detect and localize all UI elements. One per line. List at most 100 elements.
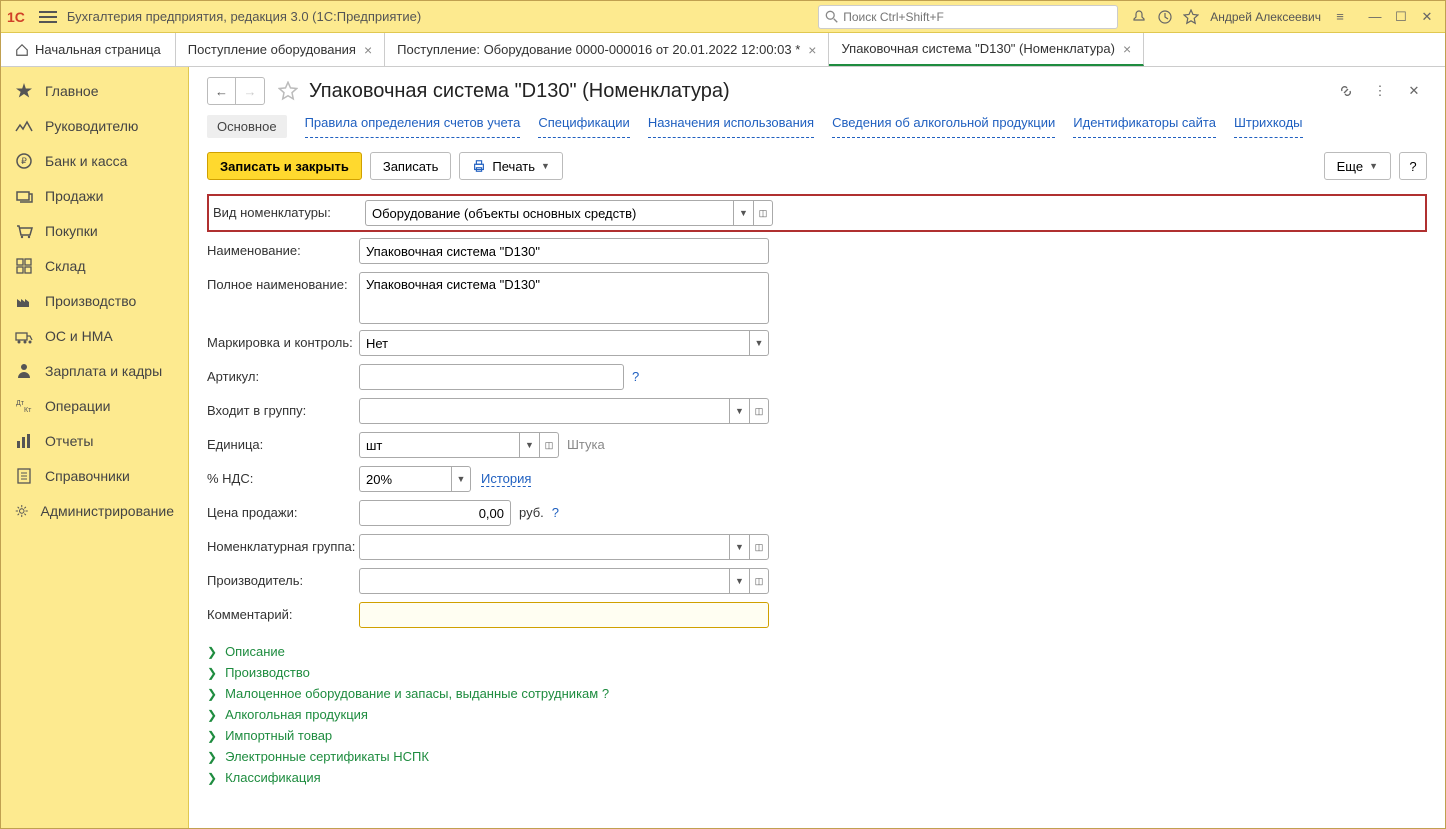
dropdown-icon[interactable]: ▼ (729, 534, 749, 560)
open-icon[interactable]: ◫ (753, 200, 773, 226)
expand-description[interactable]: ❯Описание (207, 644, 1427, 659)
input-marking[interactable] (359, 330, 749, 356)
input-price[interactable] (359, 500, 511, 526)
input-comment[interactable] (359, 602, 769, 628)
expand-low-value[interactable]: ❯Малоценное оборудование и запасы, выдан… (207, 686, 1427, 701)
expand-import[interactable]: ❯Импортный товар (207, 728, 1427, 743)
sidebar-item-assets[interactable]: ОС и НМА (1, 318, 188, 353)
subnav-accounts[interactable]: Правила определения счетов учета (305, 115, 521, 138)
subnav-barcodes[interactable]: Штрихкоды (1234, 115, 1303, 138)
menu-icon[interactable] (39, 11, 57, 23)
input-name[interactable] (359, 238, 769, 264)
dropdown-icon[interactable]: ▼ (451, 466, 471, 492)
chevron-right-icon: ❯ (207, 750, 217, 764)
label-price: Цена продажи: (207, 500, 359, 520)
search-input[interactable] (843, 10, 1111, 24)
history-icon[interactable] (1154, 6, 1176, 28)
form-row-marking: Маркировка и контроль: ▼ (207, 330, 1427, 358)
settings-icon[interactable]: ≡ (1329, 6, 1351, 28)
open-icon[interactable]: ◫ (749, 534, 769, 560)
expand-production[interactable]: ❯Производство (207, 665, 1427, 680)
input-nomgroup[interactable] (359, 534, 729, 560)
document-tab[interactable]: Поступление: Оборудование 0000-000016 от… (385, 33, 829, 66)
close-icon[interactable]: × (1123, 41, 1131, 57)
sidebar-item-manager[interactable]: Руководителю (1, 108, 188, 143)
star-icon[interactable] (1180, 6, 1202, 28)
help-icon[interactable]: ? (602, 681, 609, 701)
close-icon[interactable]: × (364, 42, 372, 58)
content-area: ← → Упаковочная система "D130" (Номенкла… (189, 67, 1445, 828)
help-button[interactable]: ? (1399, 152, 1427, 180)
close-button[interactable]: ✕ (1415, 7, 1439, 27)
print-button[interactable]: Печать▼ (459, 152, 563, 180)
link-icon[interactable] (1333, 78, 1359, 104)
subnav-usage[interactable]: Назначения использования (648, 115, 814, 138)
form-row-name: Наименование: (207, 238, 1427, 266)
help-icon[interactable]: ? (632, 364, 639, 384)
form-row-nomgroup: Номенклатурная группа: ▼ ◫ (207, 534, 1427, 562)
save-close-button[interactable]: Записать и закрыть (207, 152, 362, 180)
more-button[interactable]: Еще▼ (1324, 152, 1391, 180)
input-vat[interactable] (359, 466, 451, 492)
sidebar-item-sales[interactable]: Продажи (1, 178, 188, 213)
dropdown-icon[interactable]: ▼ (729, 398, 749, 424)
input-group[interactable] (359, 398, 729, 424)
subnav-main[interactable]: Основное (207, 115, 287, 138)
close-content-button[interactable]: ✕ (1401, 78, 1427, 104)
save-button[interactable]: Записать (370, 152, 452, 180)
close-icon[interactable]: × (808, 42, 816, 58)
label-fullname: Полное наименование: (207, 272, 359, 292)
expand-classification[interactable]: ❯Классификация (207, 770, 1427, 785)
more-icon[interactable]: ⋮ (1367, 78, 1393, 104)
home-tab[interactable]: Начальная страница (1, 33, 176, 66)
sidebar-item-hr[interactable]: Зарплата и кадры (1, 353, 188, 388)
back-button[interactable]: ← (208, 78, 236, 104)
dropdown-icon[interactable]: ▼ (729, 568, 749, 594)
favorite-button[interactable] (275, 78, 301, 104)
dropdown-icon[interactable]: ▼ (733, 200, 753, 226)
search-box[interactable] (818, 5, 1118, 29)
form-row-type: Вид номенклатуры: ▼ ◫ (207, 194, 1427, 232)
sidebar-item-bank[interactable]: ₽Банк и касса (1, 143, 188, 178)
sidebar-item-admin[interactable]: Администрирование (1, 493, 188, 528)
label-type: Вид номенклатуры: (213, 200, 365, 220)
sidebar-item-operations[interactable]: ДтКтОперации (1, 388, 188, 423)
input-fullname[interactable]: Упаковочная система "D130" (359, 272, 769, 324)
sidebar-item-warehouse[interactable]: Склад (1, 248, 188, 283)
input-article[interactable] (359, 364, 624, 390)
sidebar-item-purchases[interactable]: Покупки (1, 213, 188, 248)
input-type[interactable] (365, 200, 733, 226)
vat-history-link[interactable]: История (481, 471, 531, 487)
input-manufacturer[interactable] (359, 568, 729, 594)
open-icon[interactable]: ◫ (749, 398, 769, 424)
form-row-group: Входит в группу: ▼ ◫ (207, 398, 1427, 426)
forward-button[interactable]: → (236, 78, 264, 104)
subnav-site-ids[interactable]: Идентификаторы сайта (1073, 115, 1216, 138)
sidebar-item-reports[interactable]: Отчеты (1, 423, 188, 458)
open-icon[interactable]: ◫ (539, 432, 559, 458)
minimize-button[interactable]: — (1363, 7, 1387, 27)
bell-icon[interactable] (1128, 6, 1150, 28)
maximize-button[interactable]: ☐ (1389, 7, 1413, 27)
chevron-right-icon: ❯ (207, 708, 217, 722)
expand-nspk[interactable]: ❯Электронные сертификаты НСПК (207, 749, 1427, 764)
sidebar-item-production[interactable]: Производство (1, 283, 188, 318)
app-title: Бухгалтерия предприятия, редакция 3.0 (1… (67, 9, 421, 24)
chevron-right-icon: ❯ (207, 729, 217, 743)
document-tab[interactable]: Поступление оборудования × (176, 33, 385, 66)
subnav-alcohol[interactable]: Сведения об алкогольной продукции (832, 115, 1055, 138)
help-icon[interactable]: ? (552, 500, 559, 520)
dropdown-icon[interactable]: ▼ (749, 330, 769, 356)
label-unit: Единица: (207, 432, 359, 452)
sidebar-item-main[interactable]: Главное (1, 73, 188, 108)
page-title: Упаковочная система "D130" (Номенклатура… (309, 80, 730, 103)
dropdown-icon[interactable]: ▼ (519, 432, 539, 458)
svg-text:Кт: Кт (24, 407, 32, 414)
user-name[interactable]: Андрей Алексеевич (1210, 10, 1321, 24)
sidebar-item-catalogs[interactable]: Справочники (1, 458, 188, 493)
document-tab-active[interactable]: Упаковочная система "D130" (Номенклатура… (829, 33, 1144, 66)
open-icon[interactable]: ◫ (749, 568, 769, 594)
subnav-specs[interactable]: Спецификации (538, 115, 630, 138)
input-unit[interactable] (359, 432, 519, 458)
expand-alcohol[interactable]: ❯Алкогольная продукция (207, 707, 1427, 722)
